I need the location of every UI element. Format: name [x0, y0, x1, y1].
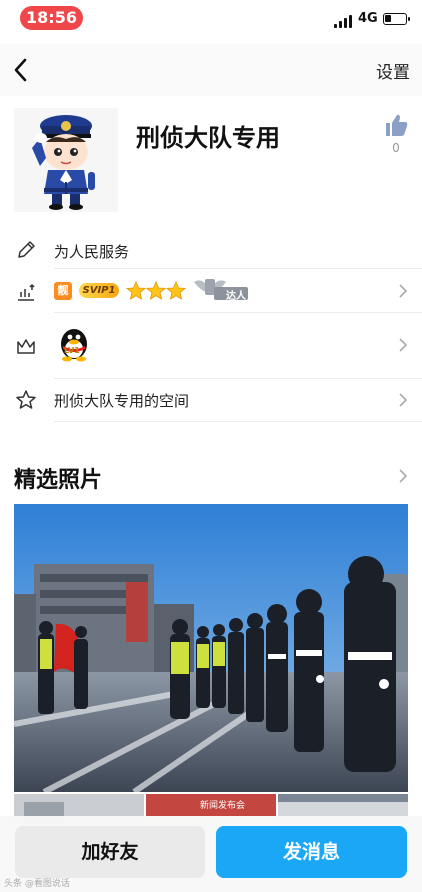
liang-badge: 靓	[54, 282, 72, 300]
qq-vip-row[interactable]: LV1	[0, 314, 422, 376]
crown-outline-icon	[17, 339, 35, 354]
police-lineup-photo	[14, 504, 408, 792]
divider	[54, 378, 422, 379]
police-avatar-image	[32, 115, 95, 210]
star-outline-icon	[16, 390, 36, 409]
divider	[54, 268, 422, 269]
add-friend-button[interactable]: 加好友	[15, 826, 205, 878]
like-button[interactable]: 0	[380, 113, 412, 155]
chevron-right-icon	[399, 393, 408, 407]
signal-icon	[334, 15, 354, 28]
like-count: 0	[392, 141, 400, 155]
status-time: 18:56	[20, 6, 83, 30]
qq-penguin-icon	[61, 329, 87, 362]
qzone-text: 刑侦大队专用的空间	[54, 392, 190, 410]
star-icon	[166, 281, 186, 300]
level-stars	[126, 281, 186, 305]
battery-level	[385, 15, 391, 22]
daren-label: 达人	[226, 291, 246, 302]
level-chart-icon	[18, 283, 35, 301]
divider	[54, 312, 422, 313]
signature-row: 为人民服务	[0, 236, 422, 266]
chevron-right-icon[interactable]	[398, 468, 408, 484]
qzone-row[interactable]: 刑侦大队专用的空间	[0, 380, 422, 420]
featured-photo[interactable]	[14, 504, 408, 792]
settings-button[interactable]: 设置	[376, 58, 410, 83]
divider	[54, 421, 422, 422]
back-button[interactable]	[10, 56, 34, 84]
avatar[interactable]	[14, 108, 118, 212]
nav-bar: 设置	[0, 44, 422, 96]
qq-level-badge: LV1	[64, 346, 80, 355]
svip-badge: SVIP1	[79, 283, 119, 298]
pencil-icon	[18, 241, 35, 258]
signature-text: 为人民服务	[54, 243, 130, 261]
star-icon	[126, 281, 146, 300]
network-type: 4G	[358, 11, 378, 26]
status-bar: 18:56 4G	[0, 0, 422, 38]
watermark: 头条 @看图说话	[4, 879, 70, 889]
star-icon	[146, 281, 166, 300]
nickname: 刑侦大队专用	[136, 124, 280, 152]
send-message-button[interactable]: 发消息	[216, 826, 407, 878]
photo-thumbnail-caption: 新闻发布会	[200, 801, 246, 811]
featured-photos-title: 精选照片	[14, 468, 103, 493]
chevron-right-icon	[399, 284, 408, 298]
chevron-right-icon	[399, 338, 408, 352]
chevron-left-icon	[14, 58, 27, 82]
battery-icon	[383, 13, 410, 25]
daren-badge: 达人	[192, 274, 250, 302]
thumbs-up-icon	[386, 114, 408, 136]
